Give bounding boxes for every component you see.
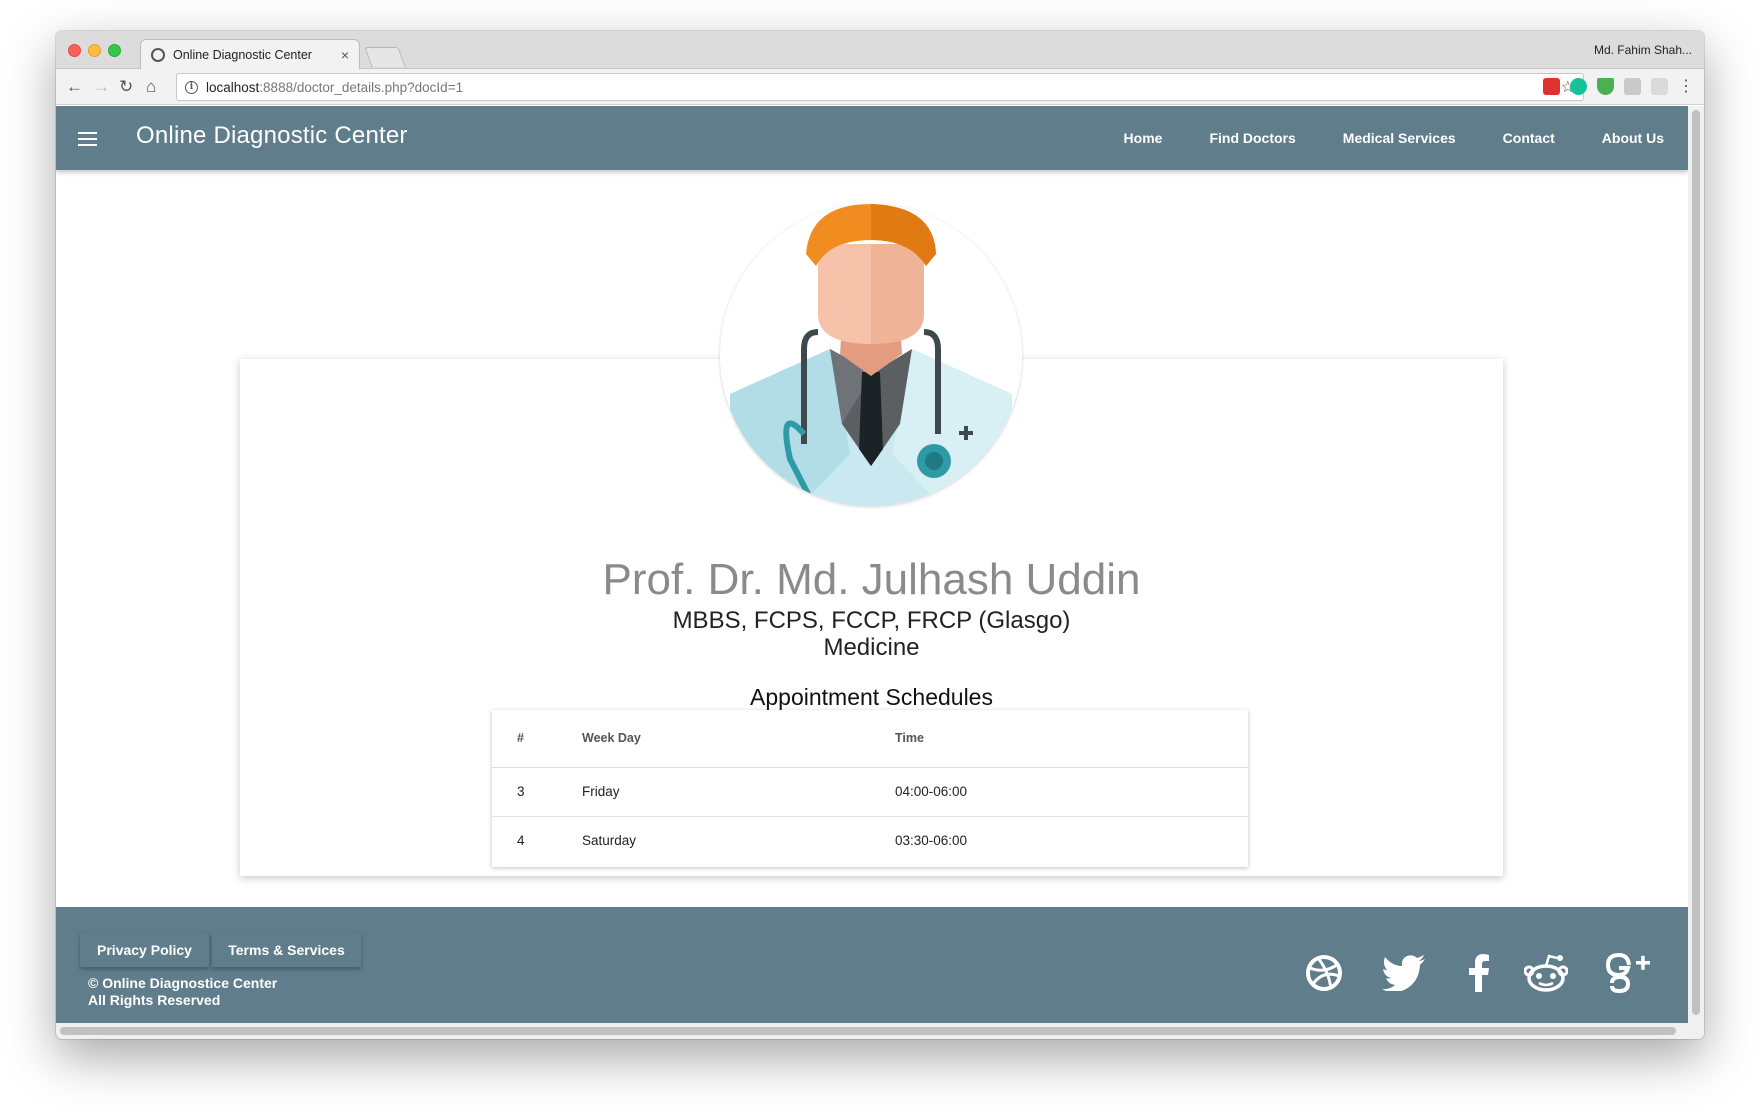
maximize-window-button[interactable] xyxy=(108,44,121,57)
nav-link-medical-services[interactable]: Medical Services xyxy=(1343,130,1456,146)
reload-icon[interactable]: ↻ xyxy=(119,77,133,97)
copyright-line-1: © Online Diagnostice Center xyxy=(88,975,278,991)
extension-icons: ⋮ xyxy=(1543,78,1694,95)
copyright-line-2: All Rights Reserved xyxy=(88,992,221,1008)
nav-link-about-us[interactable]: About Us xyxy=(1602,130,1664,146)
doctor-avatar xyxy=(720,204,1022,506)
back-arrow-icon[interactable]: ← xyxy=(66,77,83,97)
browser-window: Online Diagnostic Center × Md. Fahim Sha… xyxy=(56,31,1704,1039)
nav-link-find-doctors[interactable]: Find Doctors xyxy=(1209,130,1295,146)
privacy-policy-button[interactable]: Privacy Policy xyxy=(80,933,209,967)
nav-link-contact[interactable]: Contact xyxy=(1503,130,1555,146)
tab-close-icon[interactable]: × xyxy=(341,47,349,63)
extension-gray-icon[interactable] xyxy=(1624,78,1641,95)
terms-services-button[interactable]: Terms & Services xyxy=(212,933,361,967)
table-row: 3 Friday 04:00-06:00 xyxy=(492,767,1248,817)
extension-red-icon[interactable] xyxy=(1543,78,1560,95)
col-header-number: # xyxy=(492,710,582,768)
home-icon[interactable]: ⌂ xyxy=(146,77,156,97)
row-time: 04:00-06:00 xyxy=(895,767,1248,817)
hamburger-menu-icon[interactable] xyxy=(78,132,97,146)
doctor-department: Medicine xyxy=(823,634,920,661)
new-tab-button[interactable] xyxy=(364,47,406,67)
row-week-day: Saturday xyxy=(582,833,637,849)
site-footer: Privacy Policy Terms & Services © Online… xyxy=(56,907,1688,1039)
browser-toolbar: ← → ↻ ⌂ i localhost:8888/doctor_details.… xyxy=(56,69,1704,105)
close-window-button[interactable] xyxy=(68,44,81,57)
vertical-scroll-thumb[interactable] xyxy=(1692,110,1700,1015)
profile-name[interactable]: Md. Fahim Shah... xyxy=(1594,43,1692,57)
col-header-time: Time xyxy=(895,710,1248,768)
browser-menu-icon[interactable]: ⋮ xyxy=(1678,78,1694,95)
doctor-illustration-icon xyxy=(730,204,1012,506)
vertical-scrollbar[interactable] xyxy=(1688,106,1704,1039)
google-plus-icon[interactable] xyxy=(1602,951,1654,995)
url-host: localhost xyxy=(206,79,260,95)
schedule-title: Appointment Schedules xyxy=(750,684,993,710)
tab-title: Online Diagnostic Center xyxy=(173,48,312,62)
minimize-window-button[interactable] xyxy=(88,44,101,57)
forward-arrow-icon[interactable]: → xyxy=(93,77,110,97)
title-bar: Online Diagnostic Center × Md. Fahim Sha… xyxy=(56,31,1704,70)
grammarly-icon[interactable] xyxy=(1570,78,1587,95)
page-viewport: Online Diagnostic Center Home Find Docto… xyxy=(56,106,1688,1039)
horizontal-scrollbar[interactable] xyxy=(56,1023,1688,1039)
url-path: :8888/doctor_details.php?docId=1 xyxy=(259,79,464,95)
facebook-icon[interactable] xyxy=(1461,951,1497,995)
doctor-degrees: MBBS, FCPS, FCCP, FRCP (Glasgo) xyxy=(672,607,1071,634)
row-number: 4 xyxy=(517,833,525,849)
table-header-row: # Week Day Time xyxy=(492,710,1248,768)
horizontal-scroll-thumb[interactable] xyxy=(60,1027,1676,1035)
twitter-icon[interactable] xyxy=(1380,951,1428,995)
schedule-table: # Week Day Time 3 Friday 04:00-06:00 4 S… xyxy=(492,710,1248,867)
cast-icon[interactable] xyxy=(1651,78,1668,95)
tab-favicon-icon xyxy=(151,48,165,62)
reddit-icon[interactable] xyxy=(1522,951,1570,995)
row-time: 03:30-06:00 xyxy=(895,833,968,849)
row-number: 3 xyxy=(492,767,582,817)
site-brand[interactable]: Online Diagnostic Center xyxy=(136,122,408,150)
nav-links: Home Find Doctors Medical Services Conta… xyxy=(1077,106,1664,170)
nav-link-home[interactable]: Home xyxy=(1124,130,1163,146)
dribbble-icon[interactable] xyxy=(1302,951,1346,995)
row-week-day: Friday xyxy=(582,767,895,817)
table-row: 4 Saturday 03:30-06:00 xyxy=(492,816,1248,865)
info-icon[interactable]: i xyxy=(185,80,198,94)
address-bar[interactable]: i localhost:8888/doctor_details.php?docI… xyxy=(176,73,1584,101)
site-navbar: Online Diagnostic Center Home Find Docto… xyxy=(56,106,1688,170)
col-header-week-day: Week Day xyxy=(582,710,895,768)
doctor-name: Prof. Dr. Md. Julhash Uddin xyxy=(602,555,1141,604)
browser-tab[interactable]: Online Diagnostic Center × xyxy=(140,39,360,70)
shield-extension-icon[interactable] xyxy=(1597,78,1614,95)
copyright-text: © Online Diagnostice Center All Rights R… xyxy=(88,975,277,1009)
